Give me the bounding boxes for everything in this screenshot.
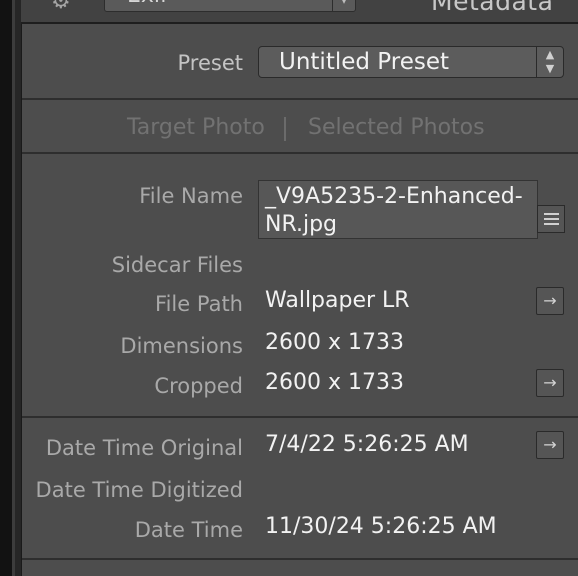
date-time-label: Date Time xyxy=(134,518,243,542)
date-time-digitized-label: Date Time Digitized xyxy=(35,478,243,502)
gear-icon[interactable]: ⚙ xyxy=(51,0,75,14)
dimensions-label: Dimensions xyxy=(120,334,243,358)
preset-select[interactable]: Untitled Preset ▲ ▼ xyxy=(258,46,564,78)
preset-label: Preset xyxy=(177,51,243,75)
sidecar-files-label: Sidecar Files xyxy=(111,253,243,277)
list-icon[interactable] xyxy=(537,205,565,233)
file-name-field[interactable]: _V9A5235-2-Enhanced- NR.jpg xyxy=(258,180,538,239)
cropped-value: 2600 x 1733 xyxy=(265,370,404,395)
date-time-original-value: 7/4/22 5:26:25 AM xyxy=(265,432,469,457)
toggle-divider xyxy=(284,117,286,141)
next-section xyxy=(22,560,578,576)
metadata-panel-header: ⚙ Exif ▾ Metadata ▾ xyxy=(21,0,578,24)
dimensions-value: 2600 x 1733 xyxy=(265,330,404,355)
file-path-value: Wallpaper LR xyxy=(265,288,410,313)
preset-select-value: Untitled Preset xyxy=(279,49,450,75)
chevron-down-icon: ▾ xyxy=(332,0,355,11)
arrow-right-icon[interactable]: → xyxy=(536,287,564,315)
panel-title[interactable]: Metadata xyxy=(431,0,553,16)
panel-scrollbar-track xyxy=(12,0,15,576)
selected-photos-button[interactable]: Selected Photos xyxy=(308,115,485,140)
target-photo-button[interactable]: Target Photo xyxy=(127,115,265,140)
arrow-right-icon[interactable]: → xyxy=(536,369,564,397)
metadata-view-select-label: Exif xyxy=(127,0,168,8)
date-time-original-label: Date Time Original xyxy=(45,436,243,460)
metadata-view-select[interactable]: Exif ▾ xyxy=(104,0,356,12)
file-path-label: File Path xyxy=(155,292,243,316)
arrow-right-icon[interactable]: → xyxy=(536,431,564,459)
date-time-value: 11/30/24 5:26:25 AM xyxy=(265,514,497,539)
file-name-value: _V9A5235-2-Enhanced- NR.jpg xyxy=(265,184,523,237)
left-panel-edge xyxy=(0,0,12,576)
cropped-label: Cropped xyxy=(154,374,243,398)
target-toggle-section xyxy=(22,100,578,152)
file-name-label: File Name xyxy=(139,184,243,208)
up-down-stepper-icon[interactable]: ▲ ▼ xyxy=(536,47,563,77)
